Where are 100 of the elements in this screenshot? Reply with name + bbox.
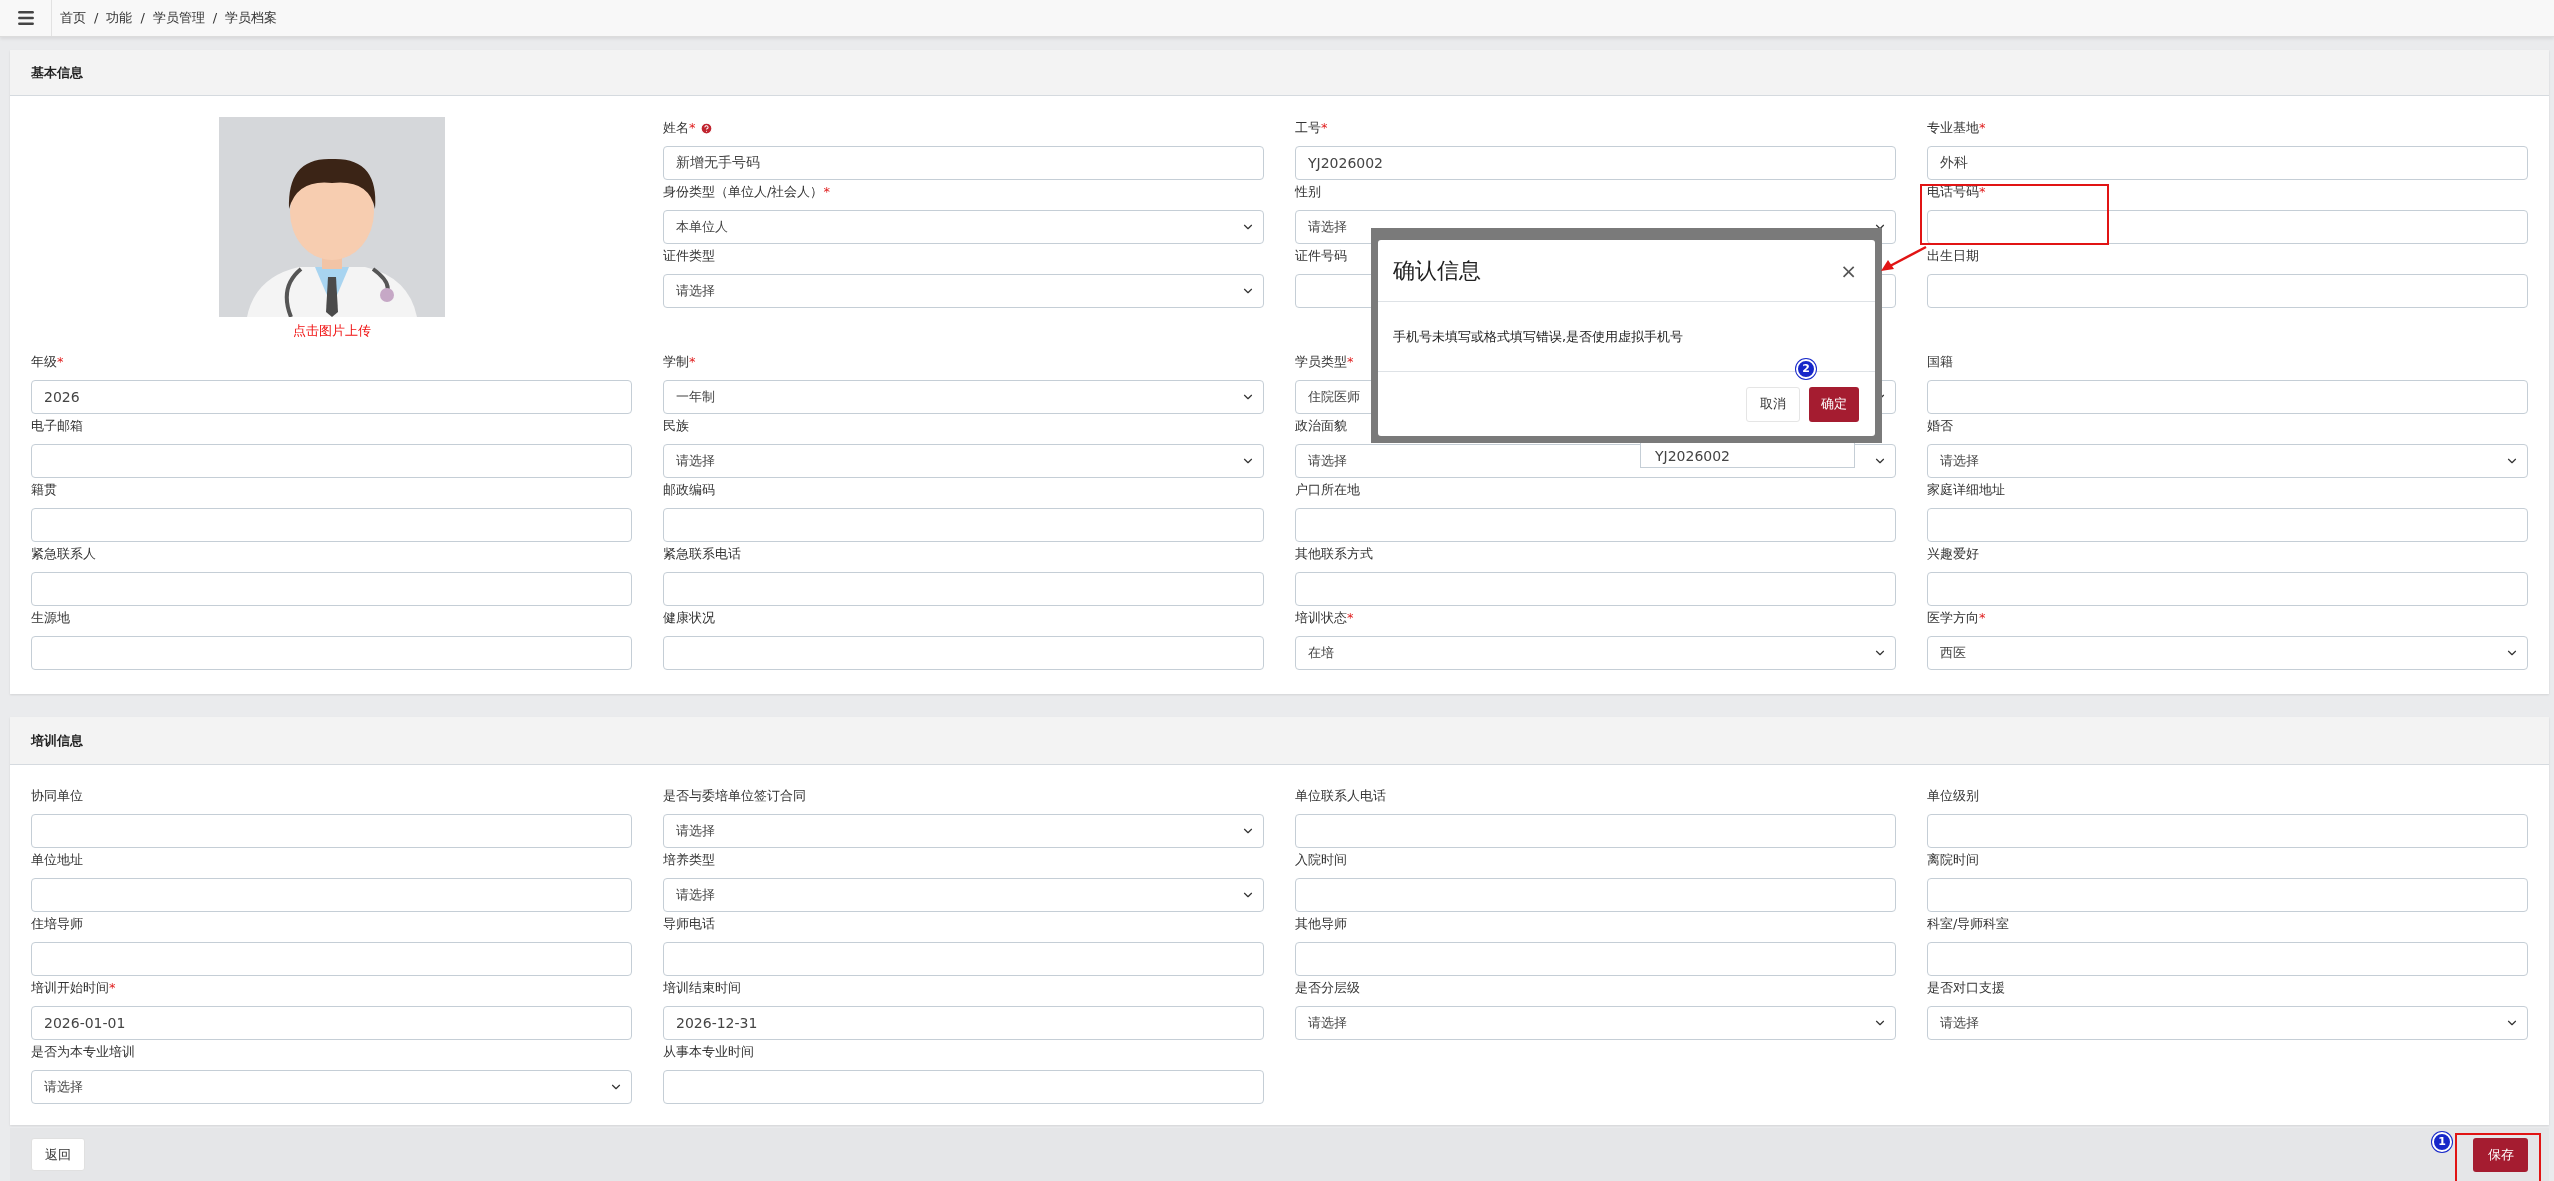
breadcrumb-separator: /	[140, 9, 145, 28]
text-field[interactable]	[31, 444, 632, 478]
text-field[interactable]: 2026	[31, 380, 632, 414]
text-field[interactable]	[1927, 814, 2528, 848]
save-button[interactable]: 保存	[2473, 1137, 2528, 1172]
field-label: 证件类型	[663, 247, 715, 265]
text-field[interactable]: 2026-12-31	[663, 1006, 1264, 1040]
select-field[interactable]: 请选择	[663, 444, 1264, 478]
field-label: 培训结束时间	[663, 979, 741, 997]
step-badge: 2	[1796, 359, 1816, 379]
field-label: 医学方向*	[1927, 609, 1986, 627]
breadcrumb-item[interactable]: 学员管理	[152, 8, 205, 28]
field-label: 电子邮箱	[31, 417, 83, 435]
pointer-arrow	[1881, 245, 1927, 271]
back-button[interactable]: 返回	[31, 1138, 85, 1171]
text-field[interactable]	[663, 942, 1264, 976]
field-label: 协同单位	[31, 787, 83, 805]
field-label: 入院时间	[1295, 851, 1347, 869]
field-label: 出生日期	[1927, 247, 1979, 265]
autocomplete-option[interactable]: YJ2026002	[1655, 449, 1731, 464]
dialog-message: 手机号未填写或格式填写错误,是否使用虚拟手机号	[1393, 327, 1684, 346]
field-label: 是否为本专业培训	[31, 1043, 135, 1061]
select-field[interactable]: 在培	[1295, 636, 1896, 670]
text-field[interactable]: 外科	[1927, 146, 2528, 180]
text-field[interactable]	[1927, 380, 2528, 414]
field-label: 邮政编码	[663, 481, 715, 499]
breadcrumb-separator: /	[212, 9, 218, 28]
help-icon[interactable]	[699, 121, 713, 135]
text-field[interactable]	[1927, 508, 2528, 542]
select-field[interactable]: 请选择	[663, 814, 1264, 848]
text-field[interactable]	[1927, 572, 2528, 606]
text-field[interactable]	[31, 508, 632, 542]
text-field[interactable]	[663, 508, 1264, 542]
text-field[interactable]	[31, 636, 632, 670]
breadcrumb-item[interactable]: 学员档案	[225, 8, 278, 28]
field-label: 年级*	[31, 353, 64, 371]
select-field[interactable]: 一年制	[663, 380, 1264, 414]
text-field[interactable]: 新增无手号码	[663, 146, 1264, 180]
field-label: 单位联系人电话	[1295, 787, 1386, 805]
field-label: 紧急联系电话	[663, 545, 741, 563]
close-button[interactable]: ×	[1840, 260, 1857, 281]
text-field[interactable]: 2026-01-01	[31, 1006, 632, 1040]
text-field[interactable]	[1927, 274, 2528, 308]
select-field[interactable]: 本单位人	[663, 210, 1264, 244]
text-field[interactable]	[31, 814, 632, 848]
field-label: 电话号码*	[1927, 183, 1986, 201]
section-title: 基本信息	[31, 63, 83, 82]
dialog-title: 确认信息	[1393, 257, 1481, 285]
breadcrumb-item[interactable]: 功能	[106, 8, 133, 28]
select-field[interactable]: 西医	[1927, 636, 2528, 670]
text-field[interactable]	[31, 878, 632, 912]
field-label: 民族	[663, 417, 689, 435]
menu-icon[interactable]	[15, 8, 36, 28]
field-label: 紧急联系人	[31, 545, 96, 563]
text-field[interactable]	[1295, 878, 1896, 912]
cancel-button[interactable]: 取消	[1746, 386, 1800, 422]
select-field[interactable]: 请选择	[1927, 444, 2528, 478]
select-field[interactable]: 请选择	[1927, 1006, 2528, 1040]
select-field[interactable]: 请选择	[663, 878, 1264, 912]
field-label: 离院时间	[1927, 851, 1979, 869]
field-label: 学员类型*	[1295, 353, 1354, 371]
field-label: 生源地	[31, 609, 70, 627]
text-field[interactable]	[31, 572, 632, 606]
field-label: 是否与委培单位签订合同	[663, 787, 806, 805]
breadcrumb-separator: /	[94, 9, 99, 28]
text-field[interactable]	[1927, 878, 2528, 912]
field-label: 家庭详细地址	[1927, 481, 2005, 499]
field-label: 国籍	[1927, 353, 1953, 371]
avatar-drawing[interactable]	[218, 117, 445, 317]
text-field[interactable]	[663, 1070, 1264, 1104]
confirm-button[interactable]: 确定	[1809, 386, 1859, 422]
field-label: 婚否	[1927, 417, 1953, 435]
select-field[interactable]: 请选择	[1295, 1006, 1896, 1040]
section-title: 培训信息	[31, 731, 83, 750]
breadcrumb-item[interactable]: 首页	[60, 8, 86, 28]
select-field[interactable]: 请选择	[31, 1070, 632, 1104]
select-field[interactable]: 请选择	[663, 274, 1264, 308]
text-field[interactable]	[1927, 210, 2528, 244]
upload-caption[interactable]: 点击图片上传	[292, 321, 371, 341]
text-field[interactable]: YJ2026002	[1295, 146, 1896, 180]
text-field[interactable]	[1295, 814, 1896, 848]
field-label: 证件号码	[1295, 247, 1347, 265]
text-field[interactable]	[31, 942, 632, 976]
field-label: 单位级别	[1927, 787, 1979, 805]
text-field[interactable]	[1927, 942, 2528, 976]
text-field[interactable]	[663, 572, 1264, 606]
field-label: 学制*	[663, 353, 696, 371]
field-label: 政治面貌	[1295, 417, 1347, 435]
field-label: 是否分层级	[1295, 979, 1360, 997]
field-label: 其他导师	[1295, 915, 1347, 933]
text-field[interactable]	[1295, 572, 1896, 606]
field-label: 是否对口支援	[1927, 979, 2005, 997]
text-field[interactable]	[1295, 942, 1896, 976]
step-badge: 1	[2432, 1132, 2452, 1152]
field-label: 培养类型	[663, 851, 715, 869]
field-label: 从事本专业时间	[663, 1043, 754, 1061]
text-field[interactable]	[663, 636, 1264, 670]
field-label: 健康状况	[663, 609, 715, 627]
text-field[interactable]	[1295, 508, 1896, 542]
field-label: 单位地址	[31, 851, 83, 869]
